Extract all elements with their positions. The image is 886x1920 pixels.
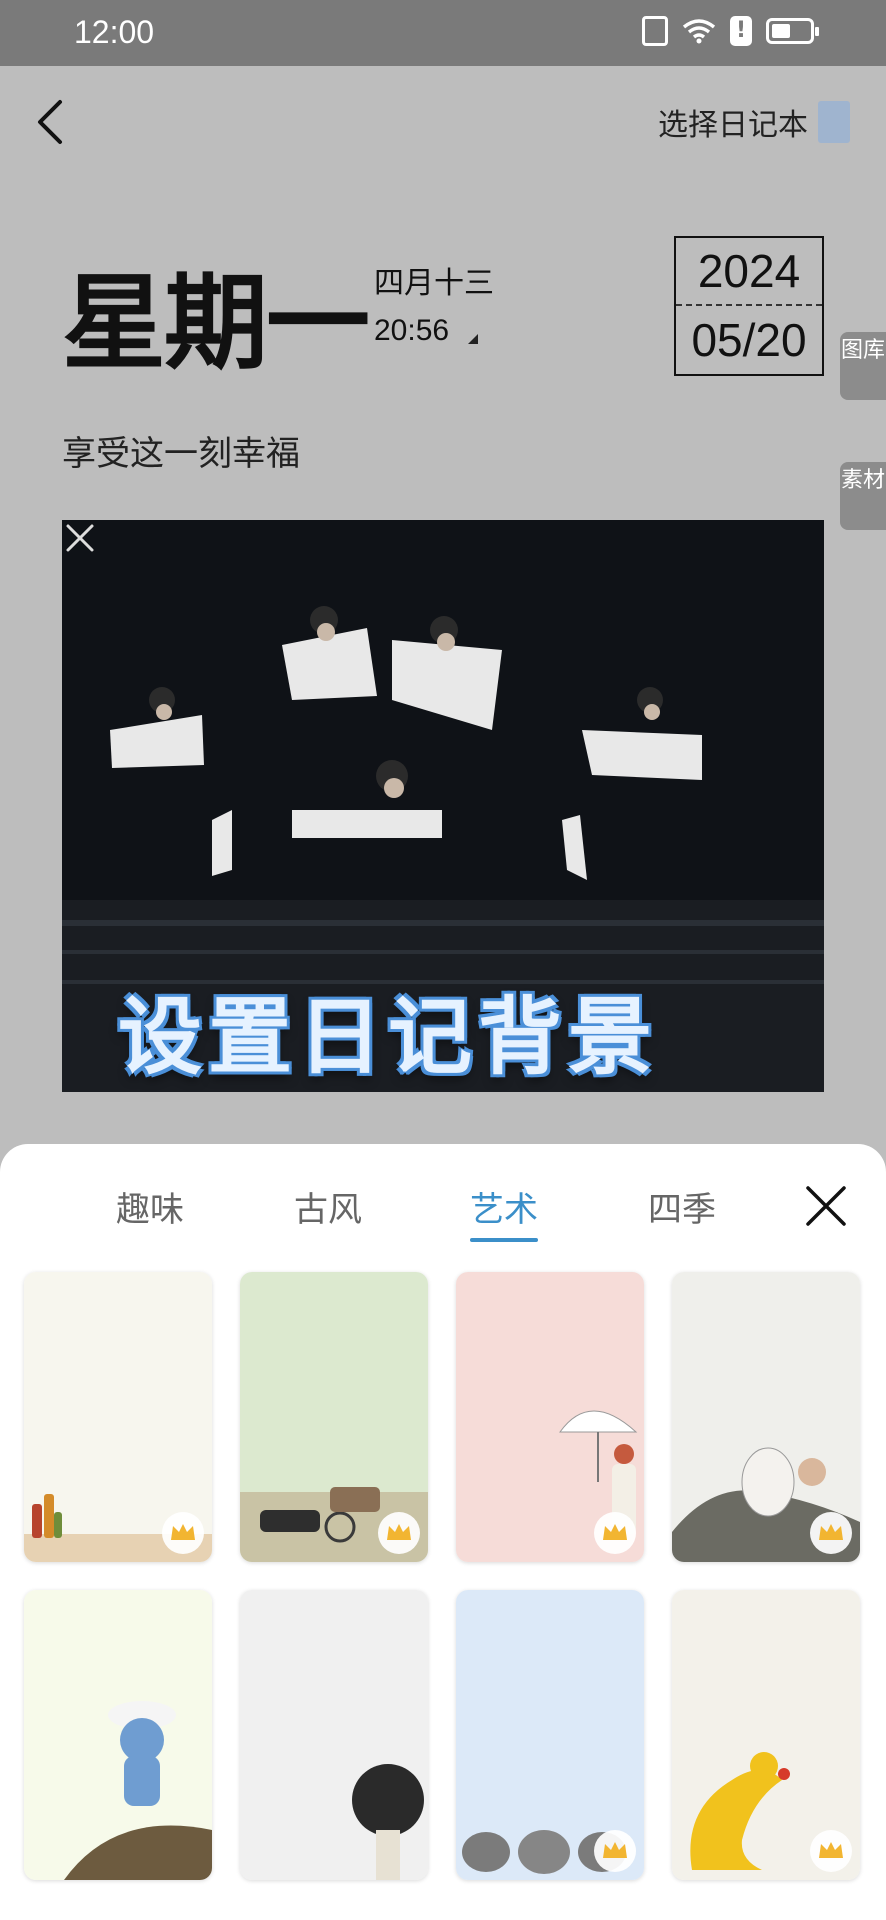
close-icon[interactable] [62,520,98,556]
wifi-icon [682,19,716,44]
background-caption: 设置日记背景 [118,988,659,1086]
bg-card-horse-carriage[interactable] [240,1272,428,1562]
date-month-day: 05/20 [691,314,807,366]
battery-icon [766,18,819,44]
notebook-color-swatch [818,101,850,143]
select-notebook-label: 选择日记本 [658,108,808,143]
tab-seasons[interactable]: 四季 [648,1182,716,1231]
premium-badge [810,1512,852,1554]
premium-badge [162,1512,204,1554]
status-bar: 12:00 ! [0,0,886,66]
alert-icon: ! [730,16,752,46]
tab-fun[interactable]: 趣味 [116,1182,184,1231]
tab-art[interactable]: 艺术 [470,1182,538,1231]
premium-badge [594,1512,636,1554]
crown-icon [387,1524,411,1540]
crown-icon [819,1842,843,1858]
weekday-title: 星期一 [62,262,370,384]
diary-text[interactable]: 享受这一刻幸福 [62,426,300,475]
bg-card-stone-monkeys[interactable] [456,1590,644,1880]
vibrate-icon [642,16,668,46]
active-tab-indicator [470,1238,538,1242]
premium-badge [810,1830,852,1872]
bg-card-smurf-cat[interactable] [24,1590,212,1880]
bg-card-umbrella-girl[interactable] [456,1272,644,1562]
tab-ancient[interactable]: 古风 [294,1182,362,1231]
back-button[interactable] [30,92,70,152]
bg-card-white-tiger[interactable] [672,1272,860,1562]
premium-badge [378,1512,420,1554]
crown-icon [603,1842,627,1858]
material-side-tab[interactable]: 素材 [840,462,886,530]
bg-card-microphone[interactable] [240,1590,428,1880]
time-dropdown-icon[interactable] [468,334,478,344]
status-time: 12:00 [74,14,155,50]
entry-time[interactable]: 20:56 [374,314,449,348]
crown-icon [819,1524,843,1540]
smurf-cat-thumbnail [24,1590,212,1880]
select-notebook-button[interactable]: 选择日记本 [658,100,850,144]
gallery-side-tab[interactable]: 图库 [840,332,886,400]
crown-icon [603,1524,627,1540]
status-icons: ! [642,16,819,46]
bg-card-banana-duck[interactable] [672,1590,860,1880]
category-tabs: 趣味 古风 艺术 四季 [0,1182,886,1242]
crown-icon [171,1524,195,1540]
close-sheet-button[interactable] [804,1184,848,1228]
date-box[interactable]: 2024 05/20 [674,236,824,376]
microphone-thumbnail [240,1590,428,1880]
date-year: 2024 [676,238,822,306]
background-picker-sheet: 趣味 古风 艺术 四季 [0,1144,886,1920]
premium-badge [594,1830,636,1872]
bg-card-vase-room[interactable] [24,1272,212,1562]
lunar-date: 四月十三 [374,266,494,301]
